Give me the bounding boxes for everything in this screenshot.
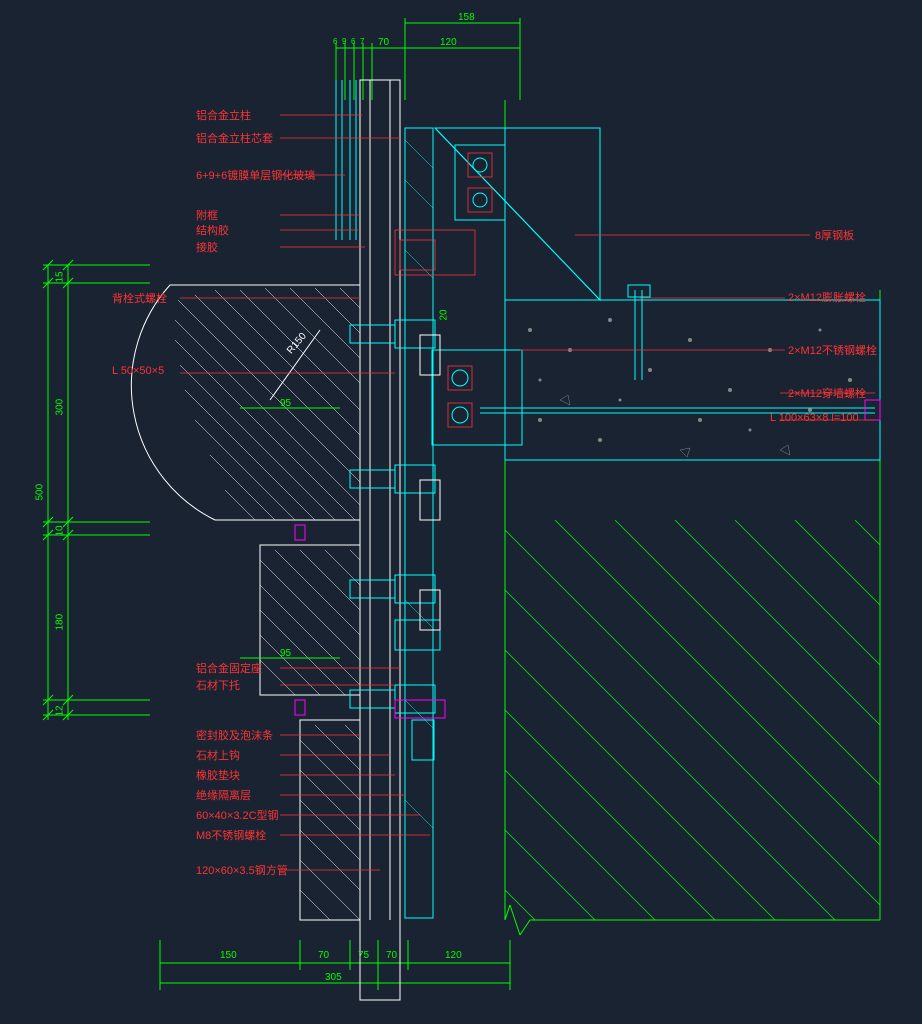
dim-top-6b: 6 (351, 37, 355, 46)
left-dimensions (43, 260, 150, 720)
mid-fixings (395, 335, 445, 760)
label-exp-bolt: 2×M12膨胀螺栓 (788, 289, 866, 305)
gamma-dims (240, 408, 340, 658)
top-dimensions (336, 18, 520, 100)
cad-drawing-canvas: 铝合金立柱 铝合金立柱芯套 6+9+6镀膜单层钢化玻璃 附框 结构胶 接胶 背栓… (0, 0, 922, 1024)
dim-top-7: 7 (360, 37, 364, 46)
label-alu-core: 铝合金立柱芯套 (196, 130, 273, 146)
stone-panel-upper (131, 285, 360, 520)
label-insulation: 绝缘隔离层 (196, 787, 251, 803)
dim-20: 20 (439, 309, 450, 320)
dim-gamma1: 95 (280, 398, 291, 409)
label-struct-glue: 结构胶 (196, 222, 229, 238)
label-glass: 6+9+6镀膜单层钢化玻璃 (196, 167, 315, 183)
dim-left-12: 12 (55, 705, 66, 716)
label-thru-bolt: 2×M12穿墙螺栓 (788, 385, 866, 401)
label-m8-bolt: M8不锈钢螺栓 (196, 827, 266, 843)
label-subframe: 附框 (196, 207, 218, 223)
dim-left-500: 500 (35, 484, 46, 501)
concrete-block (505, 300, 880, 460)
label-angle-100: L 100×63×8 l=100 (770, 412, 859, 424)
dim-left-10: 10 (55, 525, 66, 536)
label-rubber: 橡胶垫块 (196, 767, 240, 783)
label-stone-lower: 石材下托 (196, 677, 240, 693)
dim-top-70: 70 (378, 37, 389, 48)
label-steel-tube: 120×60×3.5钢方管 (196, 862, 288, 878)
structural-wall (505, 100, 880, 935)
leader-lines (180, 115, 875, 870)
dim-top-6a: 6 (333, 37, 337, 46)
dim-top-120: 120 (440, 37, 457, 48)
label-stone-upper: 石材上钩 (196, 747, 240, 763)
mullion-system (336, 80, 433, 1000)
label-alu-mullion: 铝合金立柱 (196, 107, 251, 123)
steel-bracket (432, 350, 522, 445)
dim-bot-75: 75 (358, 950, 369, 961)
dim-bot-120: 120 (445, 950, 462, 961)
drawing-svg (0, 0, 922, 1024)
dim-left-15: 15 (55, 271, 66, 282)
dim-gamma2: 95 (280, 648, 291, 659)
label-ss-bolt: 2×M12不锈钢螺栓 (788, 342, 877, 358)
label-sealant: 密封胶及泡沫条 (196, 727, 273, 743)
dim-bot-70b: 70 (386, 950, 397, 961)
dim-bot-305: 305 (325, 972, 342, 983)
dim-top-158: 158 (458, 12, 475, 23)
stone-panel-lower (260, 545, 360, 695)
label-alu-seat: 铝合金固定座 (196, 660, 262, 676)
back-bolts (350, 230, 475, 713)
dim-bot-70a: 70 (318, 950, 329, 961)
label-backbolt: 背栓式螺栓 (112, 290, 167, 306)
stone-panel-bottom (300, 720, 360, 920)
label-joint-glue: 接胶 (196, 239, 218, 255)
label-angle-50: L 50×50×5 (112, 365, 164, 377)
dim-left-180: 180 (55, 614, 66, 631)
dim-left-300: 300 (55, 399, 66, 416)
label-steel-plate: 8厚钢板 (815, 227, 854, 243)
steel-plate-triangle (435, 128, 600, 300)
label-c-steel: 60×40×3.2C型钢 (196, 807, 279, 823)
dim-bot-150: 150 (220, 950, 237, 961)
dim-top-9: 9 (342, 37, 346, 46)
